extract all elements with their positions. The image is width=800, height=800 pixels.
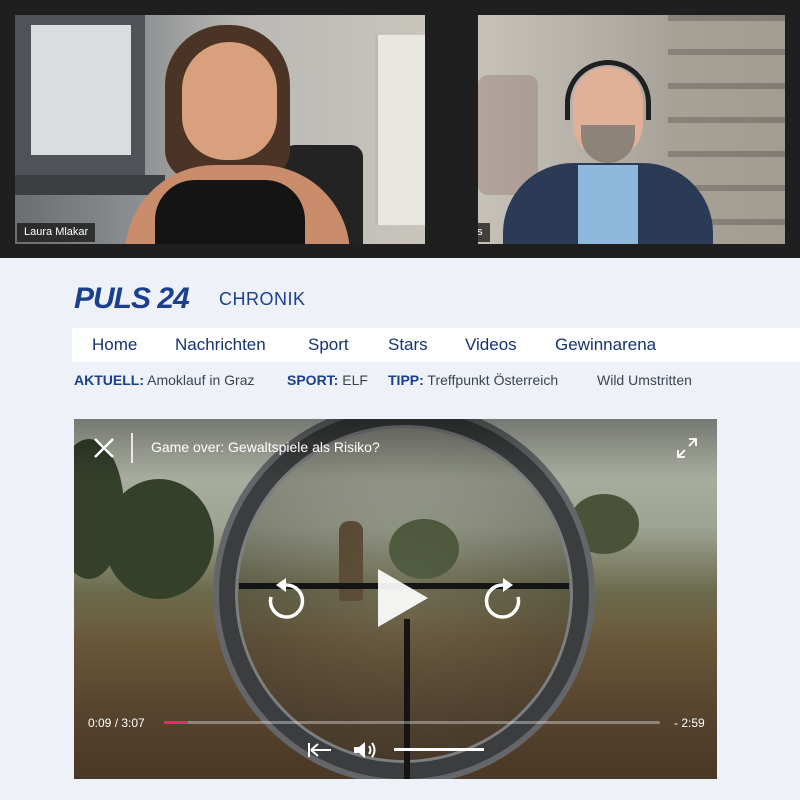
background-window xyxy=(15,15,145,190)
nav-item-nachrichten[interactable]: Nachrichten xyxy=(175,335,266,355)
video-call-strip: Laura Mlakar John Haas xyxy=(0,0,800,258)
headphones xyxy=(565,60,651,120)
video-player[interactable]: Game over: Gewaltspiele als Risiko? 0:09… xyxy=(74,419,717,779)
nav-item-stars[interactable]: Stars xyxy=(388,335,428,355)
current-time: 0:09 / 3:07 xyxy=(88,716,145,730)
news-website: PULS 24 CHRONIK Home Nachrichten Sport S… xyxy=(0,258,800,800)
participant-name-tag: Laura Mlakar xyxy=(17,223,96,242)
remaining-time: - 2:59 xyxy=(674,716,705,730)
participant-tile-john[interactable]: John Haas xyxy=(478,15,785,244)
section-title[interactable]: CHRONIK xyxy=(219,289,306,310)
ticker-item-sport[interactable]: SPORT: ELF xyxy=(287,372,368,390)
whiteboard xyxy=(375,35,425,225)
volume-fill xyxy=(394,748,484,751)
skip-back-icon[interactable] xyxy=(306,740,334,760)
window-sill xyxy=(15,175,165,195)
ticker-item-wild[interactable]: Wild Umstritten xyxy=(597,372,692,390)
rewind-icon[interactable] xyxy=(262,575,310,623)
video-title: Game over: Gewaltspiele als Risiko? xyxy=(151,439,380,455)
main-nav: Home Nachrichten Sport Stars Videos Gewi… xyxy=(72,328,800,362)
close-icon[interactable] xyxy=(92,436,116,460)
volume-slider[interactable] xyxy=(394,748,484,751)
ticker-item-aktuell[interactable]: AKTUELL: Amoklauf in Graz xyxy=(74,372,255,390)
nav-item-home[interactable]: Home xyxy=(92,335,137,355)
fullscreen-icon[interactable] xyxy=(675,436,699,460)
nav-item-gewinnarena[interactable]: Gewinnarena xyxy=(555,335,656,355)
nav-item-videos[interactable]: Videos xyxy=(465,335,517,355)
forward-icon[interactable] xyxy=(479,575,527,623)
site-logo[interactable]: PULS 24 xyxy=(74,282,190,316)
title-divider xyxy=(131,433,133,463)
play-icon[interactable] xyxy=(368,565,434,631)
participant-name-tag: John Haas xyxy=(478,223,490,242)
participant-tile-laura[interactable]: Laura Mlakar xyxy=(15,15,425,244)
volume-icon[interactable] xyxy=(351,739,379,761)
nav-item-sport[interactable]: Sport xyxy=(308,335,349,355)
progress-fill xyxy=(164,721,188,724)
ticker-item-tipp[interactable]: TIPP: Treffpunkt Österreich xyxy=(388,372,558,390)
progress-bar[interactable] xyxy=(164,721,660,724)
